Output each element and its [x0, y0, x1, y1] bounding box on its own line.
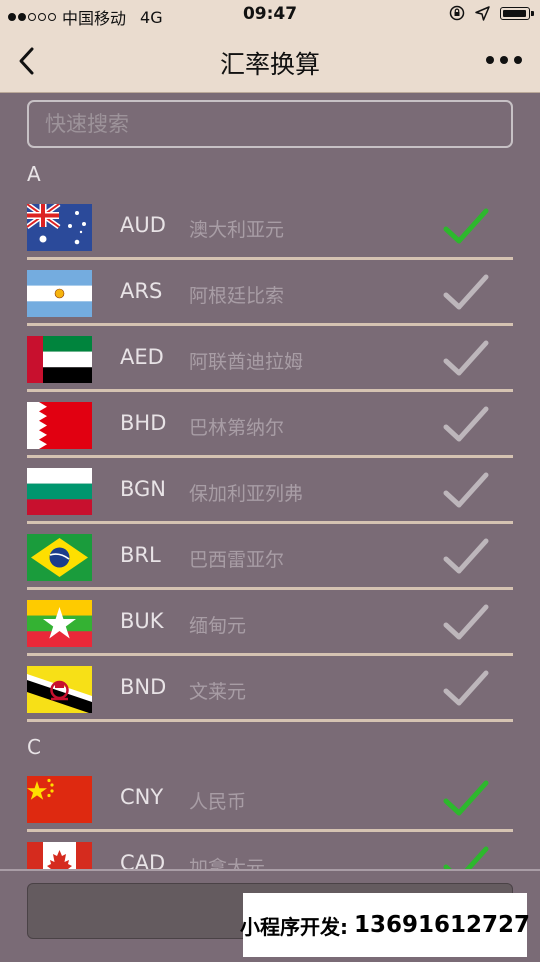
flag-myanmar-icon — [27, 600, 92, 647]
currency-name: 阿联酋迪拉姆 — [189, 351, 304, 373]
check-unselected-icon — [443, 538, 489, 574]
page-title: 汇率换算 — [219, 50, 320, 79]
currency-row-aed[interactable]: AED 阿联酋迪拉姆 — [27, 326, 513, 392]
currency-name: 人民币 — [189, 791, 247, 813]
currency-code: AUD — [120, 213, 166, 237]
watermark-contact: 小程序开发: 13691612727 — [239, 893, 531, 957]
search-box — [27, 100, 513, 148]
status-right — [449, 5, 534, 21]
watermark-label: 小程序开发: — [239, 914, 348, 939]
flag-brunei-icon — [27, 666, 92, 713]
currency-row-buk[interactable]: BUK 缅甸元 — [27, 590, 513, 656]
currency-name: 阿根廷比索 — [189, 285, 285, 307]
currency-name: 巴西雷亚尔 — [189, 549, 285, 571]
currency-row-aud[interactable]: AUD 澳大利亚元 — [27, 194, 513, 260]
currency-row-ars[interactable]: ARS 阿根廷比索 — [27, 260, 513, 326]
location-arrow-icon — [475, 5, 490, 21]
section-letter-a: A — [27, 162, 41, 186]
currency-code: ARS — [120, 279, 163, 303]
currency-code: BND — [120, 675, 167, 699]
battery-icon — [500, 6, 534, 20]
currency-code: BRL — [120, 543, 161, 567]
currency-row-bnd[interactable]: BND 文莱元 — [27, 656, 513, 722]
flag-brazil-icon — [27, 534, 92, 581]
check-selected-icon — [443, 208, 489, 244]
flag-bulgaria-icon — [27, 468, 92, 515]
check-unselected-icon — [443, 604, 489, 640]
currency-code: BGN — [120, 477, 167, 501]
currency-code: CAD — [120, 851, 166, 870]
watermark-phone: 13691612727 — [353, 912, 531, 938]
flag-china-icon — [27, 776, 92, 823]
check-unselected-icon — [443, 274, 489, 310]
rotation-lock-icon — [449, 5, 465, 21]
currency-code: BUK — [120, 609, 164, 633]
currency-name: 加拿大元 — [189, 857, 266, 870]
currency-name: 缅甸元 — [189, 615, 247, 637]
section-letter-c: C — [27, 735, 41, 759]
flag-bahrain-icon — [27, 402, 92, 449]
flag-uae-icon — [27, 336, 92, 383]
navigation-bar: 汇率换算 — [0, 30, 540, 93]
check-unselected-icon — [443, 472, 489, 508]
check-selected-icon — [443, 780, 489, 816]
currency-row-brl[interactable]: BRL 巴西雷亚尔 — [27, 524, 513, 590]
currency-name: 巴林第纳尔 — [189, 417, 285, 439]
currency-name: 保加利亚列弗 — [189, 483, 304, 505]
status-bar: 中国移动 4G 09:47 — [0, 0, 540, 30]
currency-name: 澳大利亚元 — [189, 219, 285, 241]
check-unselected-icon — [443, 670, 489, 706]
flag-australia-icon — [27, 204, 92, 251]
currency-code: AED — [120, 345, 164, 369]
check-selected-icon — [443, 846, 489, 870]
currency-code: CNY — [120, 785, 164, 809]
flag-argentina-icon — [27, 270, 92, 317]
currency-row-cad[interactable]: CAD 加拿大元 — [27, 832, 513, 870]
check-unselected-icon — [443, 340, 489, 376]
currency-list-page: A AUD 澳大利亚元 ARS 阿根廷比 — [0, 93, 540, 870]
row-divider — [27, 719, 513, 722]
currency-row-bgn[interactable]: BGN 保加利亚列弗 — [27, 458, 513, 524]
currency-row-cny[interactable]: CNY 人民币 — [27, 766, 513, 832]
currency-code: BHD — [120, 411, 167, 435]
search-input[interactable] — [29, 102, 511, 146]
currency-row-bhd[interactable]: BHD 巴林第纳尔 — [27, 392, 513, 458]
more-dots-icon[interactable] — [486, 56, 522, 64]
flag-canada-icon — [27, 842, 92, 870]
check-unselected-icon — [443, 406, 489, 442]
currency-name: 文莱元 — [189, 681, 247, 703]
